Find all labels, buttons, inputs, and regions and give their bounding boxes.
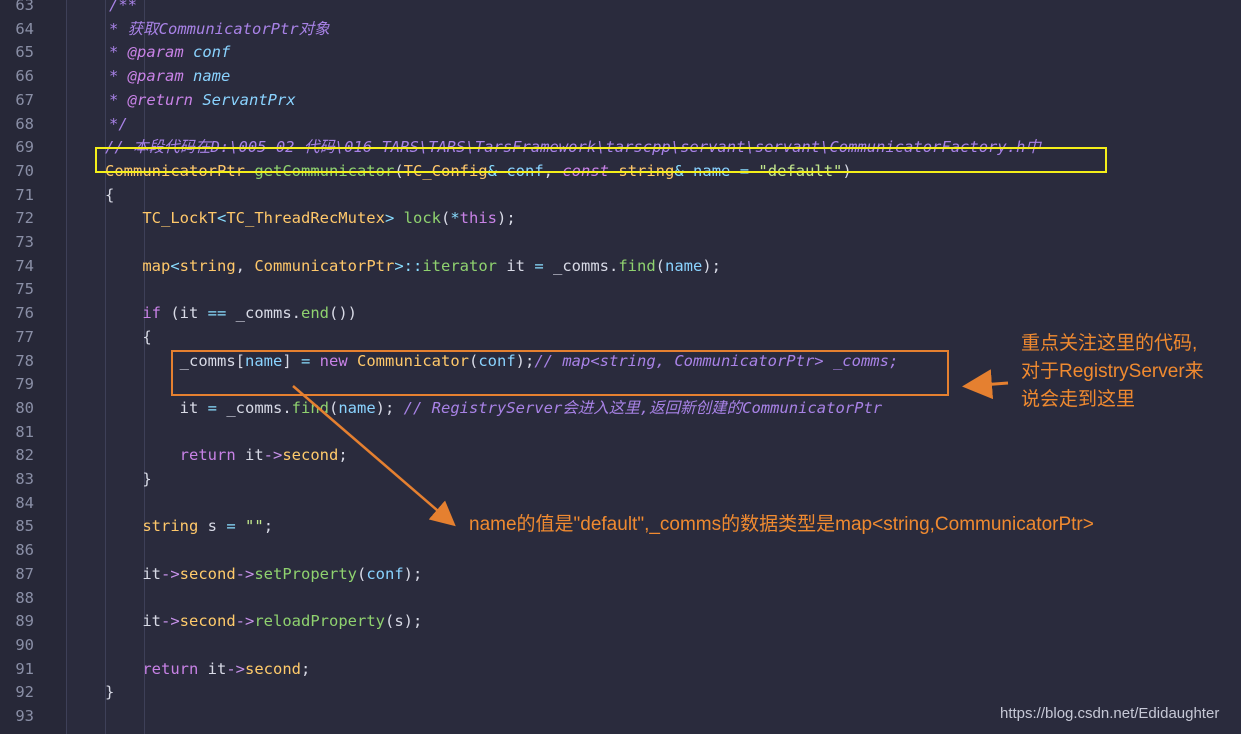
highlight-box-file-path <box>95 147 1107 173</box>
annotation-bottom: name的值是"default",_comms的数据类型是map<string,… <box>469 514 1094 535</box>
line-number: 76 <box>15 304 34 323</box>
line-number: 80 <box>15 398 34 417</box>
line-number: 65 <box>15 43 34 62</box>
code-text: { <box>105 327 152 346</box>
code-text: it->second->reloadProperty(s); <box>105 612 423 631</box>
line-number: 64 <box>15 19 34 38</box>
line-number: 83 <box>15 470 34 488</box>
line-number: 86 <box>15 541 34 560</box>
line-number: 82 <box>15 446 34 465</box>
line-number: 85 <box>15 517 34 536</box>
line-number: 87 <box>15 564 34 583</box>
code-text: * @param name <box>109 67 231 86</box>
line-number: 78 <box>15 351 34 370</box>
code-text: TC_LockT<TC_ThreadRecMutex> lock(*this); <box>142 209 516 228</box>
line-number: 92 <box>15 683 34 702</box>
line-number: 72 <box>15 209 34 228</box>
line-number: 77 <box>15 327 34 346</box>
code-text: return it->second; <box>142 659 311 678</box>
code-text: * @return ServantPrx <box>109 90 296 109</box>
line-number: 89 <box>15 612 34 631</box>
code-text: return it->second; <box>179 446 348 465</box>
line-number: 90 <box>15 635 34 654</box>
line-number: 93 <box>15 707 34 725</box>
code-text: map<string, CommunicatorPtr>::iterator i… <box>142 256 721 275</box>
indent-guide <box>66 0 67 734</box>
annotation-right-line: 对于RegistryServer来 <box>1021 361 1204 382</box>
line-number: 67 <box>15 90 34 109</box>
annotation-right: 重点关注这里的代码, 对于RegistryServer来 说会走到这里 <box>1021 330 1231 414</box>
line-number: 81 <box>15 422 34 441</box>
code-text: */ <box>109 114 128 133</box>
line-number: 75 <box>15 280 34 299</box>
code-text: * 获取CommunicatorPtr对象 <box>109 19 330 38</box>
watermark: https://blog.csdn.net/Edidaughter <box>1000 705 1220 722</box>
line-number: 91 <box>15 659 34 678</box>
line-number: 71 <box>15 185 34 204</box>
code-text: * @param conf <box>109 43 231 62</box>
code-text: it->second->setProperty(conf); <box>105 564 423 583</box>
line-number: 74 <box>15 256 34 275</box>
line-number: 63 <box>15 0 34 14</box>
line-number: 68 <box>15 114 34 133</box>
line-number: 88 <box>15 588 34 607</box>
line-number: 79 <box>15 375 34 394</box>
arrow-to-box <box>962 369 1009 400</box>
code-text: it = _comms.find(name); // RegistryServe… <box>105 398 883 417</box>
annotation-right-line: 说会走到这里 <box>1021 389 1136 410</box>
code-text: } <box>105 683 115 702</box>
annotation-right-line: 重点关注这里的代码, <box>1021 333 1198 354</box>
highlight-box-map-insert <box>171 350 949 396</box>
code-text: /** <box>109 0 137 14</box>
code-text: } <box>105 470 152 488</box>
line-number: 70 <box>15 161 34 180</box>
line-number: 73 <box>15 233 34 251</box>
code-text: { <box>105 185 115 204</box>
code-text: string s = ""; <box>142 517 274 536</box>
code-text: if (it == _comms.end()) <box>142 304 357 323</box>
line-number: 66 <box>15 67 34 86</box>
line-number: 84 <box>15 493 34 512</box>
code-editor[interactable]: 63 /** 64 * 获取CommunicatorPtr对象 65 * @param c… <box>0 0 1241 734</box>
line-number: 69 <box>15 138 34 157</box>
